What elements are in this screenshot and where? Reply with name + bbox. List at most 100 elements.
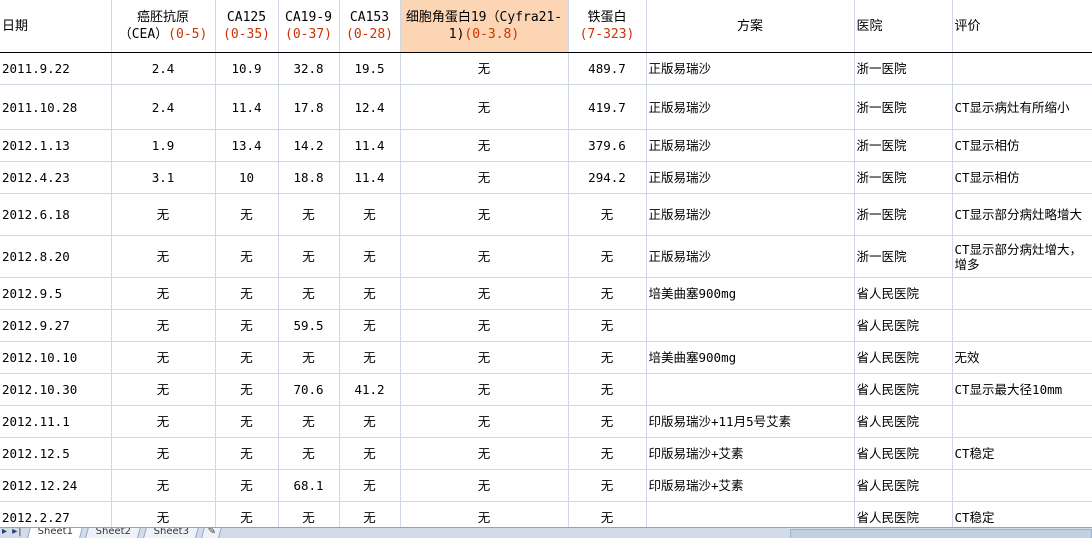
cell-hospital[interactable]: 省人民医院 xyxy=(854,373,953,406)
cell-cea[interactable]: 无 xyxy=(111,235,216,278)
cell-cyfra[interactable]: 无 xyxy=(400,341,569,374)
cell-ca199[interactable]: 无 xyxy=(278,437,340,470)
cell-ferritin[interactable]: 无 xyxy=(568,405,647,438)
cell-date[interactable]: 2011.9.22 xyxy=(0,52,112,85)
cell-cyfra[interactable]: 无 xyxy=(400,373,569,406)
cell-ca125[interactable]: 无 xyxy=(215,469,279,502)
cell-evaluation[interactable]: CT显示最大径10mm xyxy=(952,373,1092,406)
cell-hospital[interactable]: 省人民医院 xyxy=(854,405,953,438)
cell-hospital[interactable]: 浙一医院 xyxy=(854,161,953,194)
cell-ferritin[interactable]: 489.7 xyxy=(568,52,647,85)
cell-hospital[interactable]: 浙一医院 xyxy=(854,52,953,85)
cell-cea[interactable]: 无 xyxy=(111,193,216,236)
cell-evaluation[interactable]: CT显示相仿 xyxy=(952,129,1092,162)
cell-hospital[interactable]: 浙一医院 xyxy=(854,193,953,236)
cell-cyfra[interactable]: 无 xyxy=(400,469,569,502)
cell-ca199[interactable]: 无 xyxy=(278,193,340,236)
cell-ca125[interactable]: 无 xyxy=(215,405,279,438)
cell-ca199[interactable]: 17.8 xyxy=(278,84,340,130)
cell-date[interactable]: 2012.6.18 xyxy=(0,193,112,236)
cell-evaluation[interactable]: CT显示病灶有所缩小 xyxy=(952,84,1092,130)
cell-plan[interactable]: 印版易瑞沙+11月5号艾素 xyxy=(646,405,855,438)
cell-cyfra[interactable]: 无 xyxy=(400,501,569,527)
cell-evaluation[interactable] xyxy=(952,52,1092,85)
cell-hospital[interactable]: 省人民医院 xyxy=(854,501,953,527)
cell-ferritin[interactable]: 379.6 xyxy=(568,129,647,162)
cell-cea[interactable]: 3.1 xyxy=(111,161,216,194)
cell-hospital[interactable]: 浙一医院 xyxy=(854,84,953,130)
cell-cea[interactable]: 无 xyxy=(111,309,216,342)
cell-ferritin[interactable]: 294.2 xyxy=(568,161,647,194)
cell-ferritin[interactable]: 无 xyxy=(568,341,647,374)
cell-ca125[interactable]: 无 xyxy=(215,437,279,470)
cell-ca199[interactable]: 70.6 xyxy=(278,373,340,406)
cell-date[interactable]: 2012.4.23 xyxy=(0,161,112,194)
cell-plan[interactable]: 正版易瑞沙 xyxy=(646,52,855,85)
cell-date[interactable]: 2012.9.27 xyxy=(0,309,112,342)
cell-cea[interactable]: 2.4 xyxy=(111,52,216,85)
cell-evaluation[interactable] xyxy=(952,469,1092,502)
cell-ca199[interactable]: 18.8 xyxy=(278,161,340,194)
cell-cyfra[interactable]: 无 xyxy=(400,161,569,194)
cell-ca125[interactable]: 10.9 xyxy=(215,52,279,85)
cell-cyfra[interactable]: 无 xyxy=(400,277,569,310)
cell-ca125[interactable]: 10 xyxy=(215,161,279,194)
cell-cea[interactable]: 无 xyxy=(111,469,216,502)
cell-cea[interactable]: 无 xyxy=(111,373,216,406)
cell-ferritin[interactable]: 无 xyxy=(568,309,647,342)
cell-ca153[interactable]: 19.5 xyxy=(339,52,401,85)
cell-plan[interactable]: 正版易瑞沙 xyxy=(646,84,855,130)
cell-ferritin[interactable]: 无 xyxy=(568,501,647,527)
header-ferritin[interactable]: 铁蛋白 (7-323) xyxy=(568,0,647,53)
cell-ca153[interactable]: 11.4 xyxy=(339,129,401,162)
sheet-nav-arrows-icon[interactable]: ▸ ▸| xyxy=(2,528,23,537)
cell-ca153[interactable]: 无 xyxy=(339,469,401,502)
cell-ca125[interactable]: 无 xyxy=(215,309,279,342)
cell-plan[interactable]: 培美曲塞900mg xyxy=(646,277,855,310)
cell-hospital[interactable]: 浙一医院 xyxy=(854,129,953,162)
header-ca199[interactable]: CA19-9 (0-37) xyxy=(278,0,340,53)
header-date[interactable]: 日期 xyxy=(0,0,112,53)
cell-ca199[interactable]: 无 xyxy=(278,235,340,278)
header-cyfra[interactable]: 细胞角蛋白19（Cyfra21- 1)(0-3.8) xyxy=(400,0,569,53)
cell-ferritin[interactable]: 无 xyxy=(568,373,647,406)
cell-ca125[interactable]: 无 xyxy=(215,193,279,236)
cell-cea[interactable]: 2.4 xyxy=(111,84,216,130)
cell-ca125[interactable]: 无 xyxy=(215,341,279,374)
cell-hospital[interactable]: 浙一医院 xyxy=(854,235,953,278)
cell-plan[interactable]: 正版易瑞沙 xyxy=(646,129,855,162)
cell-evaluation[interactable] xyxy=(952,405,1092,438)
cell-plan[interactable]: 印版易瑞沙+艾素 xyxy=(646,437,855,470)
cell-ca125[interactable]: 无 xyxy=(215,373,279,406)
cell-ca125[interactable]: 无 xyxy=(215,277,279,310)
cell-date[interactable]: 2012.12.5 xyxy=(0,437,112,470)
cell-ferritin[interactable]: 无 xyxy=(568,277,647,310)
cell-plan[interactable]: 正版易瑞沙 xyxy=(646,235,855,278)
cell-hospital[interactable]: 省人民医院 xyxy=(854,277,953,310)
cell-ca153[interactable]: 无 xyxy=(339,437,401,470)
cell-hospital[interactable]: 省人民医院 xyxy=(854,309,953,342)
cell-ca199[interactable]: 无 xyxy=(278,341,340,374)
cell-plan[interactable]: 培美曲塞900mg xyxy=(646,341,855,374)
cell-plan[interactable]: 正版易瑞沙 xyxy=(646,161,855,194)
cell-ca199[interactable]: 无 xyxy=(278,501,340,527)
cell-ca153[interactable]: 无 xyxy=(339,193,401,236)
cell-cea[interactable]: 1.9 xyxy=(111,129,216,162)
cell-date[interactable]: 2012.10.30 xyxy=(0,373,112,406)
cell-ca125[interactable]: 无 xyxy=(215,501,279,527)
cell-hospital[interactable]: 省人民医院 xyxy=(854,469,953,502)
cell-evaluation[interactable]: CT显示部分病灶增大，增多 xyxy=(952,235,1092,278)
cell-plan[interactable] xyxy=(646,309,855,342)
cell-ca125[interactable]: 13.4 xyxy=(215,129,279,162)
cell-ferritin[interactable]: 无 xyxy=(568,235,647,278)
cell-cea[interactable]: 无 xyxy=(111,341,216,374)
cell-cyfra[interactable]: 无 xyxy=(400,52,569,85)
cell-hospital[interactable]: 省人民医院 xyxy=(854,341,953,374)
cell-ca199[interactable]: 68.1 xyxy=(278,469,340,502)
cell-date[interactable]: 2012.8.20 xyxy=(0,235,112,278)
cell-date[interactable]: 2012.11.1 xyxy=(0,405,112,438)
cell-hospital[interactable]: 省人民医院 xyxy=(854,437,953,470)
cell-evaluation[interactable] xyxy=(952,309,1092,342)
cell-ferritin[interactable]: 419.7 xyxy=(568,84,647,130)
header-ca153[interactable]: CA153 (0-28) xyxy=(339,0,401,53)
